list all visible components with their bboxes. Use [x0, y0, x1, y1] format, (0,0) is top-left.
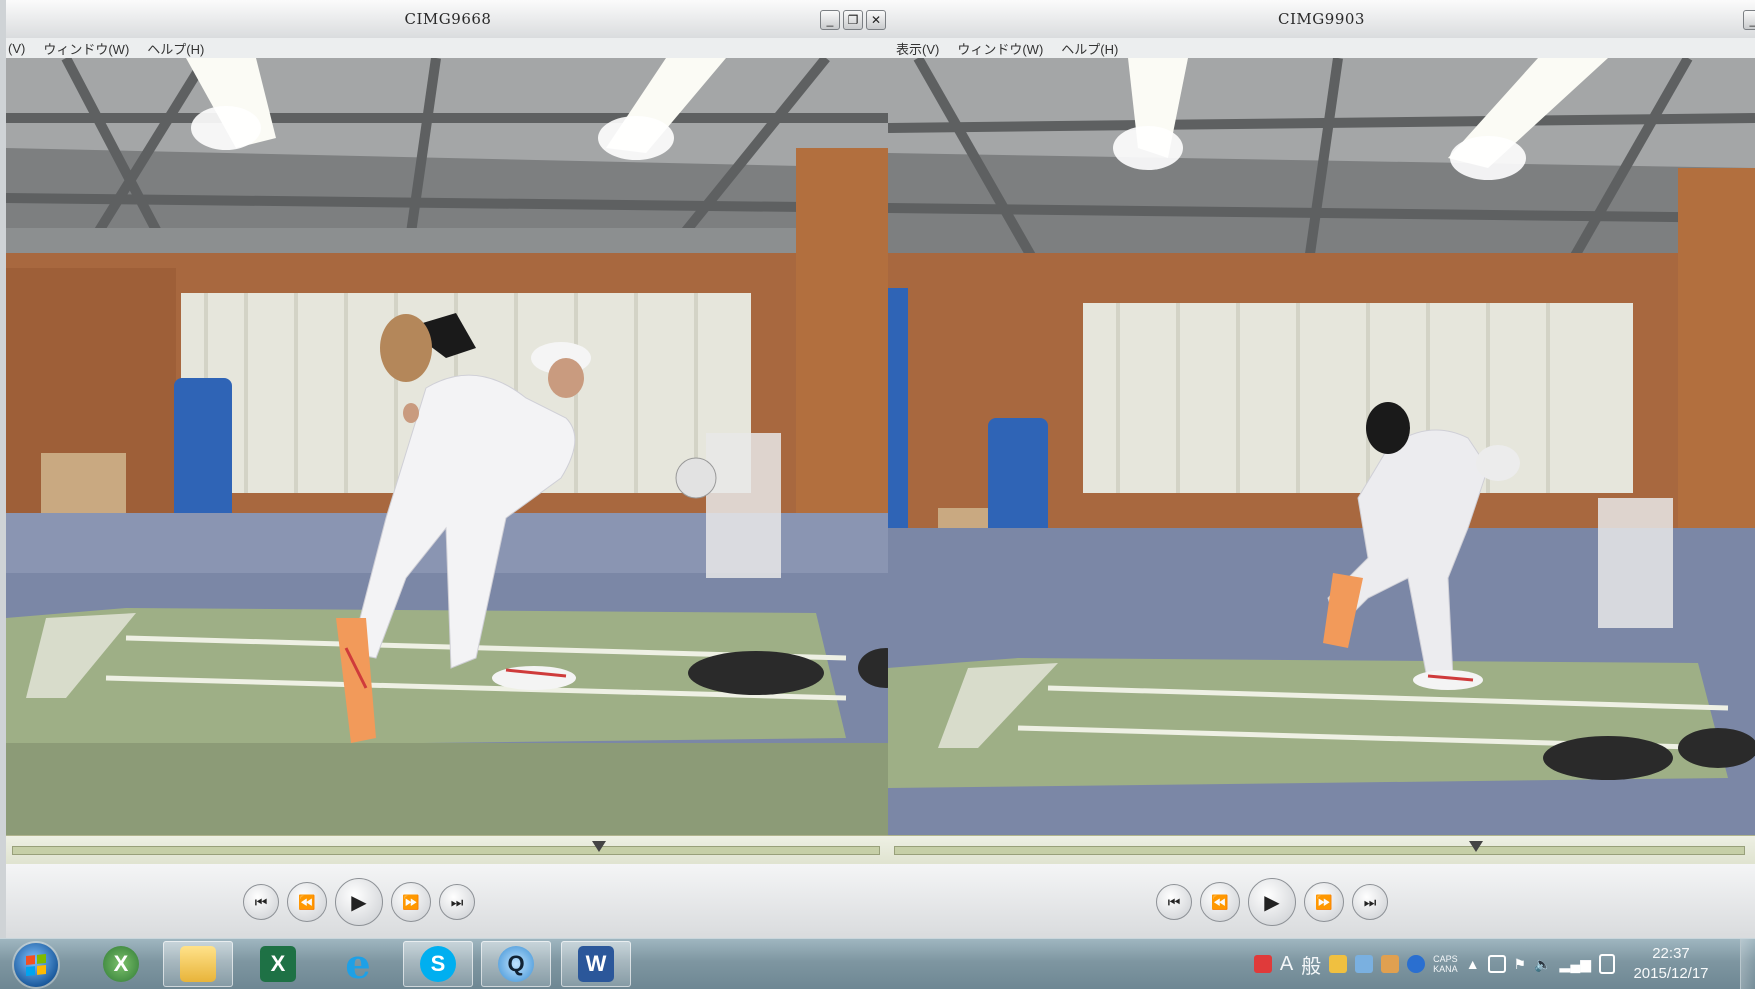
menu-view[interactable]: 表示(V): [896, 39, 939, 58]
internet-explorer-icon: e: [345, 940, 371, 988]
ime-tool-icon[interactable]: [1329, 955, 1348, 973]
taskbar-app-explorer[interactable]: [163, 941, 233, 987]
timeline-track[interactable]: [12, 846, 880, 855]
video-image-pitcher: [6, 58, 890, 835]
minimize-button[interactable]: _: [1743, 10, 1755, 30]
security-icon[interactable]: [1253, 955, 1272, 973]
folder-icon: [180, 946, 216, 982]
menu-bar: (V) ウィンドウ(W) ヘルプ(H): [6, 38, 890, 58]
player-window-left[interactable]: CIMG9668 _ ❐ ✕ (V) ウィンドウ(W) ヘルプ(H) ⏮ ⏪ ▶…: [6, 0, 890, 938]
title-bar[interactable]: CIMG9668 _ ❐ ✕: [6, 0, 890, 39]
battery-icon[interactable]: [1599, 954, 1615, 974]
help-icon[interactable]: [1407, 955, 1426, 973]
go-to-end-button[interactable]: ⏭: [1352, 884, 1388, 920]
play-button[interactable]: ▶: [1248, 878, 1296, 926]
go-to-end-button[interactable]: ⏭: [439, 884, 475, 920]
timeline-scrubber[interactable]: [6, 835, 890, 866]
menu-window[interactable]: ウィンドウ(W): [43, 39, 129, 58]
word-icon: W: [578, 946, 614, 982]
taskbar-app-internet-explorer[interactable]: e: [323, 940, 393, 988]
playhead-marker[interactable]: [1469, 841, 1483, 852]
kana-label: KANA: [1433, 964, 1458, 974]
rewind-button[interactable]: ⏪: [1200, 882, 1240, 922]
playback-controls: ⏮ ⏪ ▶ ⏩ ⏭: [6, 864, 890, 938]
excel-icon: X: [260, 946, 296, 982]
video-frame[interactable]: [6, 58, 890, 835]
windows-tray-icon[interactable]: [1487, 955, 1506, 973]
windows-logo-icon: [26, 953, 46, 977]
fast-forward-button[interactable]: ⏩: [391, 882, 431, 922]
timeline-track[interactable]: [894, 846, 1745, 855]
menu-view[interactable]: (V): [8, 41, 25, 56]
fast-forward-button[interactable]: ⏩: [1304, 882, 1344, 922]
ime-dictionary-icon[interactable]: [1381, 955, 1400, 973]
close-button[interactable]: ✕: [866, 10, 886, 30]
ime-kanji-indicator[interactable]: 般: [1301, 950, 1321, 979]
window-title: CIMG9903: [1278, 10, 1365, 28]
window-title: CIMG9668: [404, 10, 492, 28]
show-hidden-icons[interactable]: ▲: [1466, 956, 1480, 972]
go-to-start-button[interactable]: ⏮: [243, 884, 279, 920]
minimize-button[interactable]: _: [820, 10, 840, 30]
menu-bar: 表示(V) ウィンドウ(W) ヘルプ(H): [888, 38, 1755, 58]
menu-window[interactable]: ウィンドウ(W): [957, 39, 1043, 58]
title-bar[interactable]: CIMG9903 _: [888, 0, 1755, 39]
flag-icon[interactable]: ⚑: [1514, 956, 1527, 973]
volume-icon[interactable]: 🔈: [1534, 956, 1551, 973]
taskbar-app-excel-alt[interactable]: X: [86, 941, 156, 987]
ime-mode-indicator[interactable]: A: [1280, 953, 1293, 976]
taskbar-app-quicktime[interactable]: Q: [481, 941, 551, 987]
timeline-scrubber[interactable]: [888, 835, 1755, 866]
system-tray: A 般 CAPS KANA ▲ ⚑ 🔈 ▂▄▆: [1253, 947, 1615, 981]
taskbar: X X e S Q W A 般 CAPS KANA ▲ ⚑ 🔈 ▂▄▆ 22:3…: [0, 938, 1755, 989]
player-window-right[interactable]: CIMG9903 _ 表示(V) ウィンドウ(W) ヘルプ(H): [888, 0, 1755, 938]
system-clock[interactable]: 22:37 2015/12/17: [1621, 944, 1721, 984]
taskbar-app-word[interactable]: W: [561, 941, 631, 987]
menu-help[interactable]: ヘルプ(H): [147, 39, 204, 58]
video-frame[interactable]: [888, 58, 1755, 835]
clock-date: 2015/12/17: [1633, 965, 1709, 982]
rewind-button[interactable]: ⏪: [287, 882, 327, 922]
start-button[interactable]: [14, 943, 58, 987]
clock-time: 22:37: [1652, 945, 1690, 962]
taskbar-app-excel[interactable]: X: [243, 941, 313, 987]
excel-icon: X: [103, 946, 139, 982]
show-desktop-button[interactable]: [1740, 939, 1755, 989]
skype-icon: S: [420, 946, 456, 982]
video-image-pitcher: [888, 58, 1755, 835]
ime-pad-icon[interactable]: [1355, 955, 1374, 973]
network-signal-icon[interactable]: ▂▄▆: [1560, 956, 1591, 973]
menu-help[interactable]: ヘルプ(H): [1061, 39, 1118, 58]
caps-kana-indicator: CAPS KANA: [1433, 954, 1458, 974]
playhead-marker[interactable]: [592, 841, 606, 852]
restore-button[interactable]: ❐: [843, 10, 863, 30]
quicktime-icon: Q: [498, 946, 534, 982]
play-button[interactable]: ▶: [335, 878, 383, 926]
caps-label: CAPS: [1433, 954, 1458, 964]
go-to-start-button[interactable]: ⏮: [1156, 884, 1192, 920]
taskbar-app-skype[interactable]: S: [403, 941, 473, 987]
playback-controls: ⏮ ⏪ ▶ ⏩ ⏭: [888, 864, 1755, 938]
